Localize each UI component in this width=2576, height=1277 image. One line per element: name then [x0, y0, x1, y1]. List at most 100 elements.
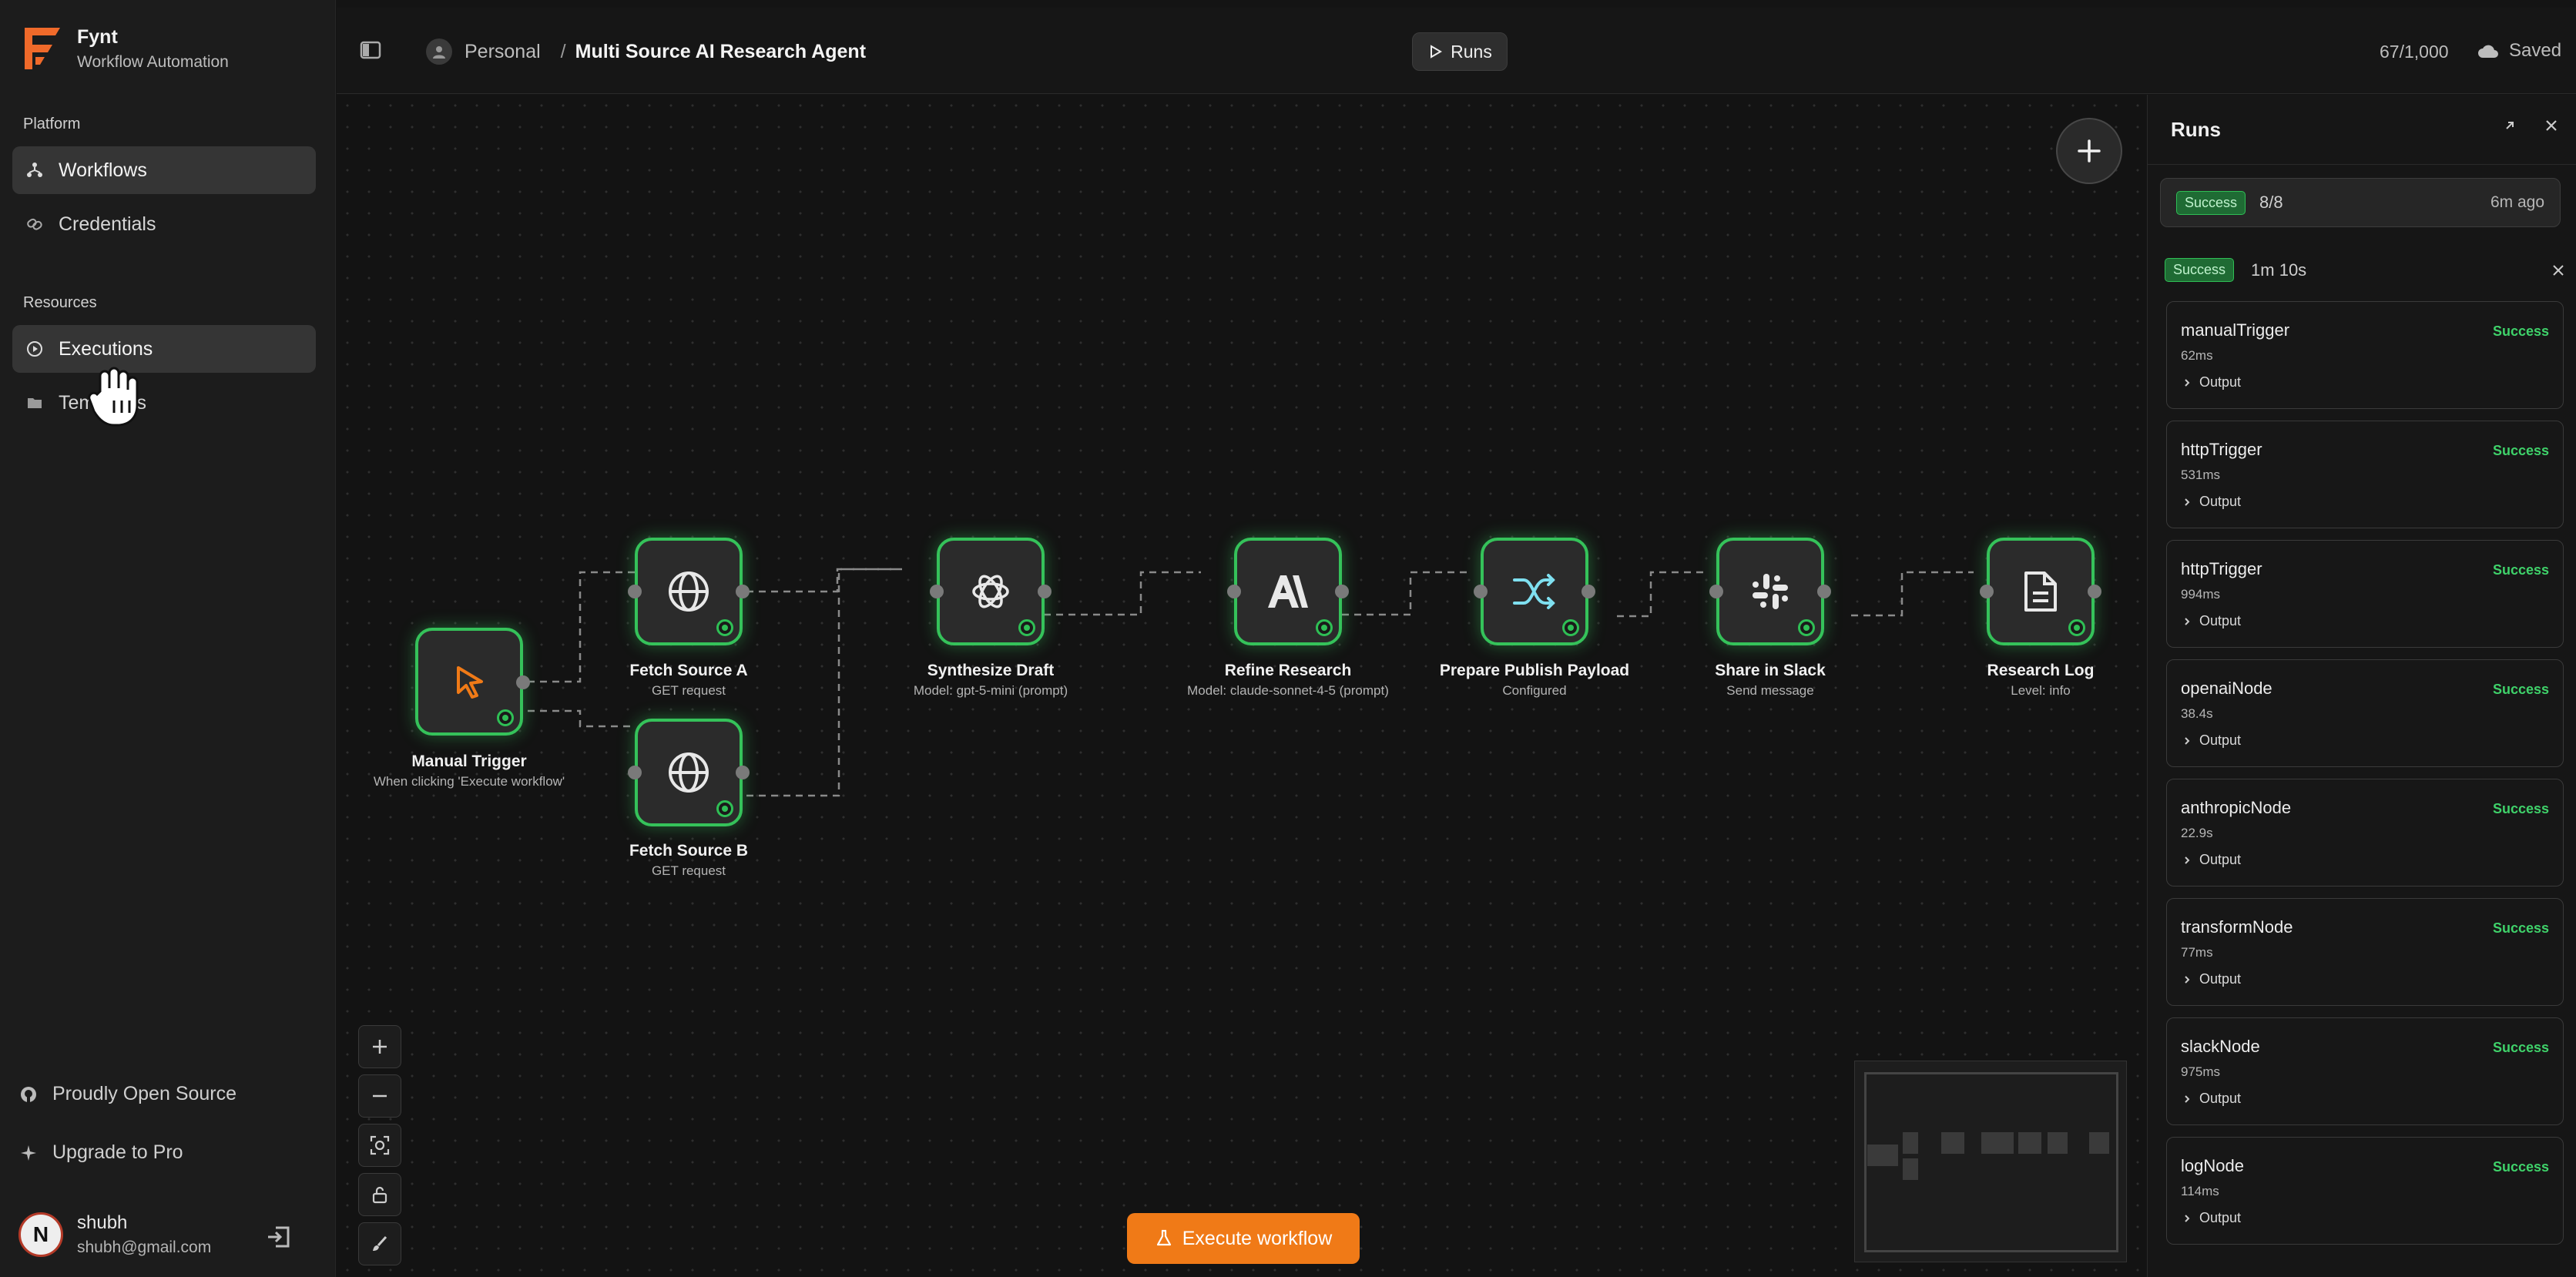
minimap-node — [1903, 1132, 1918, 1154]
input-port[interactable] — [1227, 585, 1241, 598]
brand[interactable]: Fynt Workflow Automation — [22, 25, 229, 72]
output-toggle[interactable]: Output — [2182, 613, 2241, 629]
step-status: Success — [2492, 323, 2549, 339]
output-port[interactable] — [1335, 585, 1349, 598]
openai-icon — [972, 575, 1009, 608]
chevron-right-icon — [2185, 1094, 2190, 1103]
output-label: Output — [2199, 494, 2242, 509]
status-badge: Success — [2176, 190, 2246, 215]
node-synthesize-draft[interactable] — [930, 538, 1052, 645]
edge-fetchA-synth — [746, 568, 902, 593]
logout-icon[interactable] — [265, 1223, 293, 1251]
sidebar-toggle-icon[interactable] — [360, 40, 381, 60]
run-step-card[interactable]: anthropicNode Success 22.9s Output — [2166, 779, 2564, 887]
run-step-card[interactable]: openaiNode Success 38.4s Output — [2166, 659, 2564, 767]
node-success-indicator — [2068, 619, 2085, 636]
workflow-canvas[interactable]: Manual Trigger When clicking 'Execute wo… — [337, 95, 2147, 1277]
output-port[interactable] — [736, 585, 750, 598]
node-success-indicator — [497, 709, 514, 726]
step-duration: 114ms — [2181, 1184, 2219, 1198]
node-manual-trigger[interactable] — [415, 628, 530, 736]
output-label: Output — [2199, 1091, 2242, 1106]
output-toggle[interactable]: Output — [2182, 971, 2241, 987]
step-name: slackNode — [2181, 1037, 2260, 1056]
output-toggle[interactable]: Output — [2182, 1210, 2241, 1226]
sidebar-item-label: Credentials — [59, 213, 156, 235]
runs-panel: Runs Success 8/8 6m ago Success 1m 10s m… — [2147, 95, 2576, 1277]
node-success-indicator — [716, 619, 733, 636]
output-toggle[interactable]: Output — [2182, 374, 2241, 390]
run-step-card[interactable]: manualTrigger Success 62ms Output — [2166, 301, 2564, 409]
run-step-card[interactable]: slackNode Success 975ms Output — [2166, 1017, 2564, 1125]
sidebar-item-templates[interactable]: Templates — [12, 379, 316, 427]
lock-button[interactable] — [358, 1173, 401, 1216]
step-name: transformNode — [2181, 917, 2293, 937]
zoom-out-button[interactable] — [358, 1074, 401, 1118]
resources-section-label: Resources — [23, 294, 97, 311]
user-profile[interactable]: N shubh shubh@gmail.com — [18, 1212, 211, 1257]
node-success-indicator — [1018, 619, 1035, 636]
node-success-indicator — [1798, 619, 1815, 636]
fit-view-button[interactable] — [358, 1124, 401, 1167]
step-status: Success — [2492, 801, 2549, 816]
chevron-right-icon — [2185, 856, 2190, 864]
step-status: Success — [2492, 562, 2549, 578]
expand-icon[interactable] — [2502, 118, 2517, 133]
save-status-label: Saved — [2509, 40, 2562, 61]
add-node-button[interactable] — [2056, 118, 2122, 184]
breadcrumb-workspace[interactable]: Personal — [465, 41, 541, 63]
node-share-in-slack[interactable] — [1709, 538, 1831, 645]
workflow-title[interactable]: Multi Source AI Research Agent — [575, 41, 866, 63]
output-toggle[interactable]: Output — [2182, 852, 2241, 868]
zoom-in-button[interactable] — [358, 1025, 401, 1068]
document-icon — [2024, 571, 2057, 612]
output-port[interactable] — [2088, 585, 2101, 598]
input-port[interactable] — [1709, 585, 1723, 598]
step-status: Success — [2492, 682, 2549, 697]
output-port[interactable] — [1038, 585, 1052, 598]
sidebar-item-label: Workflows — [59, 159, 147, 181]
output-toggle[interactable]: Output — [2182, 1091, 2241, 1107]
run-summary-row[interactable]: Success 8/8 6m ago — [2160, 178, 2561, 227]
node-prepare-publish-payload[interactable] — [1474, 538, 1595, 645]
open-source-link[interactable]: Proudly Open Source — [18, 1083, 236, 1105]
input-port[interactable] — [628, 766, 642, 779]
sidebar-item-workflows[interactable]: Workflows — [12, 146, 316, 194]
output-toggle[interactable]: Output — [2182, 494, 2241, 510]
run-step-card[interactable]: httpTrigger Success 994ms Output — [2166, 540, 2564, 648]
close-icon[interactable] — [2544, 118, 2559, 133]
input-port[interactable] — [1474, 585, 1488, 598]
node-fetch-source-a[interactable] — [628, 538, 750, 645]
run-step-card[interactable]: transformNode Success 77ms Output — [2166, 898, 2564, 1006]
node-label: Manual Trigger — [411, 752, 527, 770]
node-success-indicator — [716, 800, 733, 817]
minus-icon — [373, 1094, 387, 1098]
upgrade-link[interactable]: Upgrade to Pro — [18, 1141, 183, 1164]
input-port[interactable] — [628, 585, 642, 598]
node-success-indicator — [1562, 619, 1579, 636]
step-name: anthropicNode — [2181, 798, 2292, 817]
output-port[interactable] — [736, 766, 750, 779]
output-toggle[interactable]: Output — [2182, 732, 2241, 749]
output-label: Output — [2199, 971, 2242, 987]
node-research-log[interactable] — [1980, 538, 2101, 645]
run-step-card[interactable]: logNode Success 114ms Output — [2166, 1137, 2564, 1245]
execute-workflow-button[interactable]: Execute workflow — [1127, 1213, 1360, 1264]
sidebar-item-executions[interactable]: Executions — [12, 325, 316, 373]
brush-button[interactable] — [358, 1222, 401, 1265]
minimap-node — [1981, 1132, 2014, 1154]
run-step-card[interactable]: httpTrigger Success 531ms Output — [2166, 421, 2564, 528]
sidebar-item-credentials[interactable]: Credentials — [12, 200, 316, 248]
input-port[interactable] — [930, 585, 944, 598]
output-label: Output — [2199, 852, 2242, 867]
node-fetch-source-b[interactable] — [628, 719, 750, 826]
node-refine-research[interactable] — [1227, 538, 1349, 645]
chevron-right-icon — [2185, 498, 2190, 506]
close-icon[interactable] — [2551, 263, 2565, 277]
workflow-icon — [25, 160, 45, 180]
input-port[interactable] — [1980, 585, 1994, 598]
runs-button[interactable]: Runs — [1412, 32, 1508, 71]
output-port[interactable] — [1817, 585, 1831, 598]
minimap[interactable] — [1854, 1061, 2127, 1262]
output-port[interactable] — [1581, 585, 1595, 598]
